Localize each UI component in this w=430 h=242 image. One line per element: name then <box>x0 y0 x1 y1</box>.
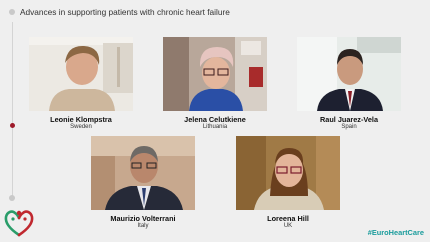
video-feed-image <box>91 136 195 210</box>
participant-name: Jelena Celutkiene <box>184 115 246 124</box>
participant-tile-4[interactable]: Maurizio Volterrani Italy <box>91 136 195 229</box>
participant-country: Italy <box>137 223 149 229</box>
timeline-line <box>12 22 13 200</box>
video-feed-image <box>29 37 133 111</box>
timeline-marker <box>10 123 15 128</box>
session-title: Advances in supporting patients with chr… <box>20 7 230 17</box>
timeline-end-dot <box>9 195 15 201</box>
participant-name: Maurizio Volterrani <box>110 214 176 223</box>
video-feed-image <box>297 37 401 111</box>
participant-video-1 <box>29 37 133 111</box>
participant-country: Spain <box>341 124 357 130</box>
participant-country: Sweden <box>70 124 92 130</box>
video-feed-image <box>236 136 340 210</box>
participant-tile-1[interactable]: Leonie Klompstra Sweden <box>29 37 133 130</box>
participant-video-2 <box>163 37 267 111</box>
participant-name: Leonie Klompstra <box>50 115 112 124</box>
participant-tile-3[interactable]: Raul Juarez-Vela Spain <box>297 37 401 130</box>
participant-country: UK <box>283 223 293 229</box>
top-bar: Advances in supporting patients with chr… <box>0 0 430 26</box>
video-feed-image <box>163 37 267 111</box>
euroheartcare-logo-icon <box>4 210 34 237</box>
participant-video-5 <box>236 136 340 210</box>
timeline-start-dot <box>9 9 15 15</box>
participant-name: Raul Juarez-Vela <box>320 115 378 124</box>
participant-tile-2[interactable]: Jelena Celutkiene Lithuania <box>163 37 267 130</box>
participant-video-3 <box>297 37 401 111</box>
participant-name: Loreena Hill <box>267 214 309 223</box>
participant-country: Lithuania <box>202 124 228 130</box>
participant-video-4 <box>91 136 195 210</box>
participant-tile-5[interactable]: Loreena Hill UK <box>236 136 340 229</box>
event-hashtag: #EuroHeartCare <box>367 228 424 237</box>
